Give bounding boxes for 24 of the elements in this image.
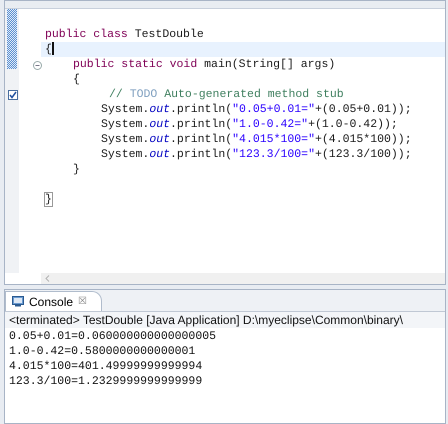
code-line: public static void main(String[] args) xyxy=(73,58,336,71)
code-line: System.out.println("1.0-0.42="+(1.0-0.42)); xyxy=(101,118,398,131)
task-checkbox-icon[interactable] xyxy=(8,90,18,100)
code-line: { xyxy=(45,43,54,56)
console-tab[interactable]: Console ☒ xyxy=(5,291,102,311)
console-output-line: 0.05+0.01=0.060000000000000005 xyxy=(9,329,216,344)
code-line: { xyxy=(73,73,80,86)
code-line: } xyxy=(45,193,52,206)
console-status-text: <terminated> TestDouble [Java Application] D:\myeclipse\Common\binary\ xyxy=(5,312,445,328)
collapse-icon[interactable] xyxy=(33,61,42,70)
code-line: // TODO Auto-generated method stub xyxy=(108,88,344,101)
console-output-line: 4.015*100=401.49999999999994 xyxy=(9,359,202,374)
horizontal-scrollbar[interactable] xyxy=(41,273,445,284)
monitor-icon xyxy=(12,296,24,307)
code-line: public class TestDouble xyxy=(45,28,204,41)
code-line: System.out.println("123.3/100="+(123.3/100)); xyxy=(101,148,412,161)
console-output-line: 1.0-0.42=0.5800000000000001 xyxy=(9,344,196,359)
code-line: System.out.println("4.015*100="+(4.015*100)); xyxy=(101,133,412,146)
console-output-line: 123.3/100=1.2329999999999999 xyxy=(9,374,202,389)
code-line: System.out.println("0.05+0.01="+(0.05+0.01)); xyxy=(101,103,412,116)
code-line: } xyxy=(73,163,80,176)
scroll-left-icon[interactable] xyxy=(45,275,50,282)
close-button[interactable]: ☒ xyxy=(78,294,88,309)
vertical-scrollbar-thumb[interactable] xyxy=(7,9,17,69)
